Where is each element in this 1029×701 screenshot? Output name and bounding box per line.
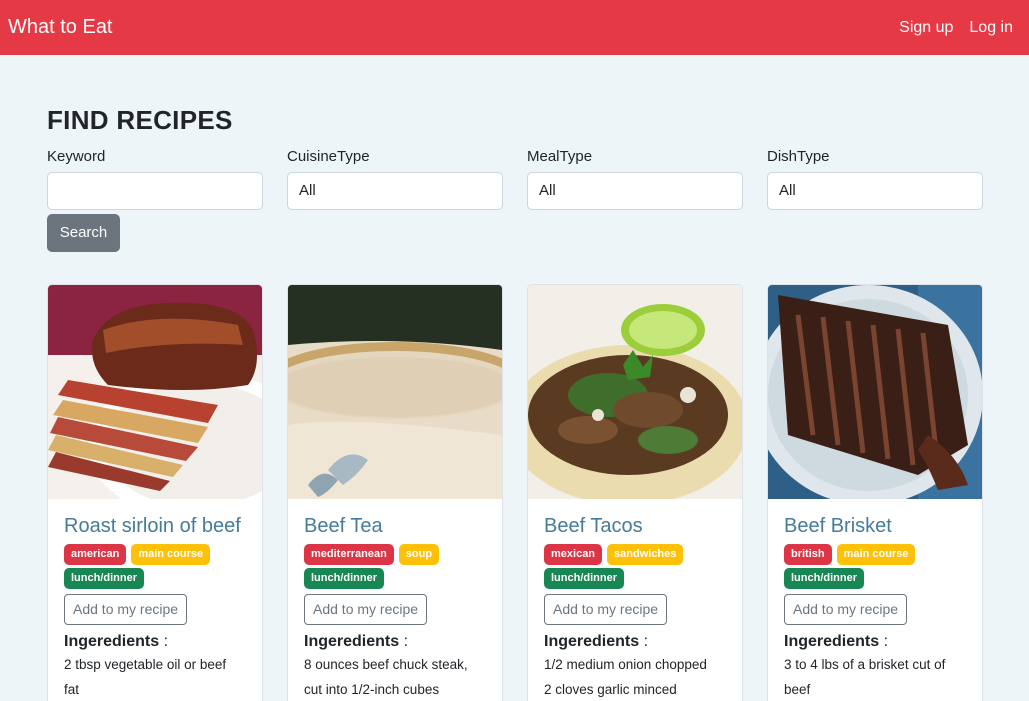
ingredients-line: cut into 1/2-inch cubes [304, 682, 440, 697]
meal-badge: lunch/dinner [784, 568, 864, 589]
recipe-image[interactable] [768, 285, 982, 499]
recipe-title[interactable]: Beef Tacos [544, 515, 726, 538]
ingredients-line: fat [64, 682, 80, 697]
ingredients-label: Ingeredients [64, 633, 160, 650]
recipe-title[interactable]: Beef Tea [304, 515, 486, 538]
ingredients-line: 2 tbsp vegetable oil or beef [64, 657, 227, 672]
nav-links: Sign up Log in [899, 19, 1013, 37]
cuisine-label: CuisineType [287, 148, 370, 165]
recipe-card: Beef Brisket british main course lunch/d… [767, 284, 983, 701]
cuisine-badge: mediterranean [304, 544, 394, 565]
card-body: Beef Brisket british main course lunch/d… [768, 499, 982, 701]
roast-sirloin-photo [48, 285, 262, 499]
page-title: FIND RECIPES [47, 105, 233, 135]
ingredients-line: beef [784, 682, 811, 697]
dish-filter: DishType All [767, 148, 983, 210]
add-to-recipe-button[interactable]: Add to my recipe [64, 594, 188, 625]
ingredients-line: 1/2 medium onion chopped [544, 657, 707, 672]
recipe-card: Beef Tea mediterranean soup lunch/dinner… [287, 284, 503, 701]
ingredients-label: Ingeredients [784, 633, 880, 650]
ingredients-label: Ingeredients [304, 633, 400, 650]
cuisine-filter: CuisineType All [287, 148, 503, 210]
dish-select[interactable]: All [767, 172, 983, 210]
recipe-grid: Roast sirloin of beef american main cour… [47, 284, 983, 701]
recipe-tags: mexican sandwiches lunch/dinner [544, 544, 734, 589]
ingredients-line: 2 cloves garlic minced [544, 682, 677, 697]
meal-badge: lunch/dinner [64, 568, 144, 589]
recipe-tags: american main course lunch/dinner [64, 544, 254, 589]
ingredients-heading: Ingeredients : [784, 633, 889, 650]
meal-badge: lunch/dinner [544, 568, 624, 589]
recipe-card: Roast sirloin of beef american main cour… [47, 284, 263, 701]
beef-tacos-photo [528, 285, 742, 499]
add-to-recipe-button[interactable]: Add to my recipe [784, 594, 908, 625]
recipe-card: Beef Tacos mexican sandwiches lunch/dinn… [527, 284, 743, 701]
cuisine-badge: british [784, 544, 832, 565]
brand-logo[interactable]: What to Eat [8, 16, 113, 39]
ingredients-heading: Ingeredients : [544, 633, 649, 650]
beef-brisket-photo [768, 285, 982, 499]
recipe-title[interactable]: Beef Brisket [784, 515, 966, 538]
navbar: What to Eat Sign up Log in [0, 0, 1029, 55]
meal-filter: MealType All [527, 148, 743, 210]
ingredients-line: 8 ounces beef chuck steak, [304, 657, 468, 672]
login-link[interactable]: Log in [969, 19, 1013, 37]
keyword-label: Keyword [47, 148, 106, 165]
recipe-image[interactable] [288, 285, 502, 499]
meal-badge: lunch/dinner [304, 568, 384, 589]
cuisine-select[interactable]: All [287, 172, 503, 210]
ingredients-heading: Ingeredients : [304, 633, 409, 650]
dish-badge: soup [398, 544, 440, 565]
dish-badge: main course [131, 544, 211, 565]
dish-label: DishType [767, 148, 830, 165]
ingredients-heading: Ingeredients : [64, 633, 169, 650]
dish-badge: sandwiches [607, 544, 684, 565]
ingredients-line: 3 to 4 lbs of a brisket cut of [784, 657, 946, 672]
filter-form: Keyword CuisineType All MealType All Dis… [47, 148, 983, 210]
dish-badge: main course [836, 544, 916, 565]
card-body: Beef Tea mediterranean soup lunch/dinner… [288, 499, 502, 701]
recipe-tags: british main course lunch/dinner [784, 544, 974, 589]
meal-select[interactable]: All [527, 172, 743, 210]
beef-tea-cup-photo [288, 285, 502, 499]
keyword-filter: Keyword [47, 148, 263, 210]
recipe-tags: mediterranean soup lunch/dinner [304, 544, 494, 589]
card-body: Beef Tacos mexican sandwiches lunch/dinn… [528, 499, 742, 701]
add-to-recipe-button[interactable]: Add to my recipe [304, 594, 428, 625]
card-body: Roast sirloin of beef american main cour… [48, 499, 262, 701]
meal-label: MealType [527, 148, 593, 165]
add-to-recipe-button[interactable]: Add to my recipe [544, 594, 668, 625]
cuisine-badge: american [64, 544, 127, 565]
keyword-input[interactable] [47, 172, 263, 210]
cuisine-badge: mexican [544, 544, 603, 565]
recipe-image[interactable] [528, 285, 742, 499]
signup-link[interactable]: Sign up [899, 19, 953, 37]
recipe-title[interactable]: Roast sirloin of beef [64, 515, 246, 538]
search-button[interactable]: Search [47, 214, 120, 252]
recipe-image[interactable] [48, 285, 262, 499]
ingredients-label: Ingeredients [544, 633, 640, 650]
